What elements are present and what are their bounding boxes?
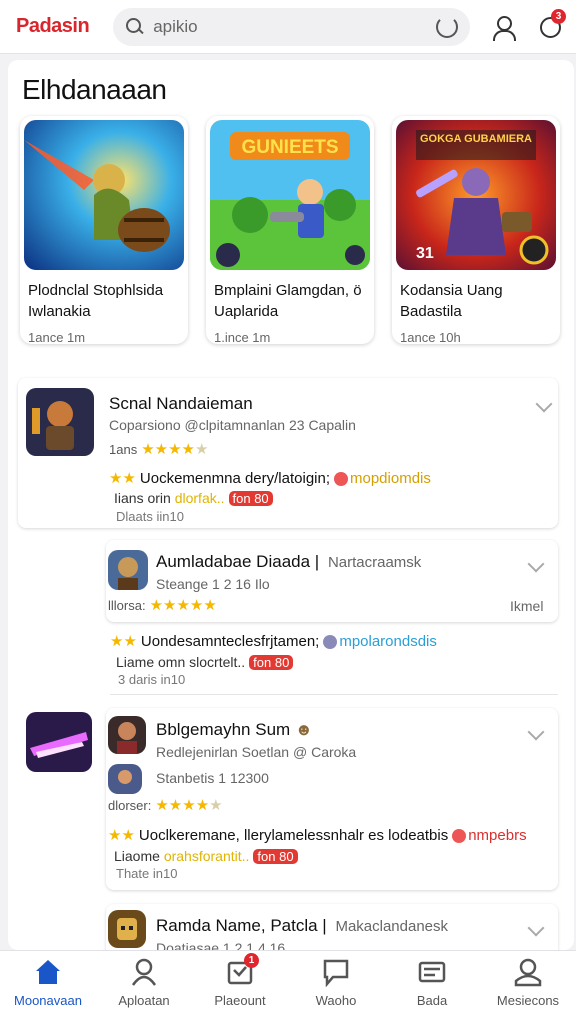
promo-line: ★★ Uondesamnteclesfrjtamen; mpolarondsdis: [110, 633, 437, 650]
search-input[interactable]: [153, 16, 436, 37]
right-tag: Ikmel: [510, 598, 544, 614]
game-thumbnail: [24, 120, 184, 270]
user-icon[interactable]: [488, 12, 517, 42]
price-pill: fon 80: [228, 491, 273, 506]
game-thumbnail: GUNIEETS: [210, 120, 370, 270]
game-icon: [108, 550, 148, 590]
date-line: 3 daris in10: [118, 672, 186, 687]
price-line: Liaome orahsforantit.. fon 80: [114, 848, 298, 864]
person-icon: [129, 957, 159, 987]
gift-icon: 1: [225, 953, 259, 987]
list-item[interactable]: Aumladabae Diaada | Nartacraamsk Steange…: [106, 540, 558, 622]
nav-bada[interactable]: Bada: [384, 951, 480, 1024]
game-subtitle: Coparsiono @clpitamnanlan 23 Capalin: [109, 417, 356, 433]
featured-cards: Plodnclal Stophlsida Iwlanakia 1ance 1m …: [20, 116, 560, 345]
promo-line: ★★ Uockemenmna dery/latoigin; mopdiomdis: [109, 470, 431, 487]
game-subtitle: Steange 1 2 16 Ilo: [156, 576, 270, 592]
game-stat: Stanbetis 1 12300: [156, 770, 269, 786]
game-name: Aumladabae Diaada | Nartacraamsk: [156, 552, 422, 571]
game-subtitle: Redlejenirlan Soetlan @ Caroka: [156, 744, 357, 760]
nav-mesiecons[interactable]: Mesiecons: [480, 951, 576, 1024]
nav-waoho[interactable]: Waoho: [288, 951, 384, 1024]
notification-badge: 3: [550, 8, 566, 24]
chat-icon: [321, 957, 351, 988]
nav-aploatan[interactable]: Aploatan: [96, 951, 192, 1024]
notification-gear-icon[interactable]: 3: [535, 8, 566, 42]
date-line: Dlaats iin10: [116, 509, 184, 524]
divider: [110, 694, 558, 695]
nav-home[interactable]: Moonavaan: [0, 951, 96, 1024]
game-icon: [108, 716, 146, 754]
price-line: Iians orin dlorfak.. fon 80: [114, 490, 273, 506]
refresh-icon[interactable]: [435, 15, 458, 38]
game-name: Ramda Name, Patcla | Makaclandanesk: [156, 916, 449, 935]
featured-card[interactable]: Plodnclal Stophlsida Iwlanakia 1ance 1m: [20, 116, 188, 345]
card-title: Kodansia Uang Badastila: [400, 282, 503, 320]
card-art-title: GUNIEETS: [241, 137, 338, 158]
game-thumbnail: GOKGA GUBAMIERA 31: [396, 120, 556, 270]
promo-line: ★★ Uoclkeremane, llerylamelessnhalr es lo…: [108, 827, 527, 844]
nav-badge: 1: [244, 953, 259, 968]
brand-logo[interactable]: Padasin: [16, 15, 99, 38]
chevron-down-icon[interactable]: [535, 395, 553, 413]
rating-stars: lllorsa: ★★★★★: [108, 597, 217, 614]
search-icon: [125, 17, 145, 37]
game-name: Scnal Nandaieman: [109, 394, 253, 413]
app-root: Padasin 3 Elhdanaaan: [0, 0, 576, 1024]
list-item[interactable]: Bblgemayhn Sum ☻ Redlejenirlan Soetlan @…: [106, 708, 558, 890]
price-pill: fon 80: [249, 655, 294, 670]
main-panel: Elhdanaaan Plodnclal Stophlsida Iwlanaki…: [8, 60, 574, 950]
rating-stars: 1ans ★★★★★: [109, 441, 209, 458]
profile-icon: [513, 957, 543, 987]
price-line: Liame omn slocrtelt.. fon 80: [116, 654, 294, 670]
search-bar[interactable]: [113, 7, 470, 46]
featured-card[interactable]: GUNIEETS Bmplaini Glamgdan, ö Uaplarida …: [206, 116, 374, 345]
game-icon: [108, 910, 146, 948]
card-art-title: GOKGA GUBAMIERA: [420, 133, 532, 145]
rating-stars: dlorser: ★★★★★: [108, 797, 223, 814]
card-title: Plodnclal Stophlsida Iwlanakia: [28, 282, 164, 320]
card-art-number: 31: [416, 245, 434, 262]
list-item[interactable]: Scnal Nandaieman Coparsiono @clpitamnanl…: [18, 378, 558, 528]
card-title: Bmplaini Glamgdan, ö Uaplarida: [214, 282, 362, 320]
chevron-down-icon[interactable]: [527, 555, 545, 573]
nav-plaeount[interactable]: 1 Plaeount: [192, 951, 288, 1024]
game-icon-small: [108, 764, 142, 794]
card-meta: 1ance 10h: [400, 330, 461, 345]
chevron-down-icon[interactable]: [527, 723, 545, 741]
featured-card[interactable]: GOKGA GUBAMIERA 31 Kodansia Uang Badasti…: [392, 116, 560, 345]
game-icon[interactable]: [26, 712, 92, 772]
game-icon: [26, 388, 94, 456]
section-title: Elhdanaaan: [22, 74, 167, 105]
top-bar: Padasin 3: [0, 0, 576, 54]
price-pill: fon 80: [253, 849, 298, 864]
home-icon: [33, 957, 63, 987]
card-meta: 1.ince 1m: [214, 330, 271, 345]
chevron-down-icon[interactable]: [527, 919, 545, 937]
card-meta: 1ance 1m: [28, 330, 86, 345]
game-subtitle: Doatiasae 1 2 1 4 16: [156, 940, 286, 950]
bottom-nav: Moonavaan Aploatan 1 Plaeount Waoho Bada…: [0, 950, 576, 1024]
list-item[interactable]: Ramda Name, Patcla | Makaclandanesk Doat…: [106, 904, 558, 950]
game-name: Bblgemayhn Sum ☻: [156, 720, 313, 739]
date-line: Thate in10: [116, 866, 178, 881]
card-icon: [417, 957, 447, 987]
